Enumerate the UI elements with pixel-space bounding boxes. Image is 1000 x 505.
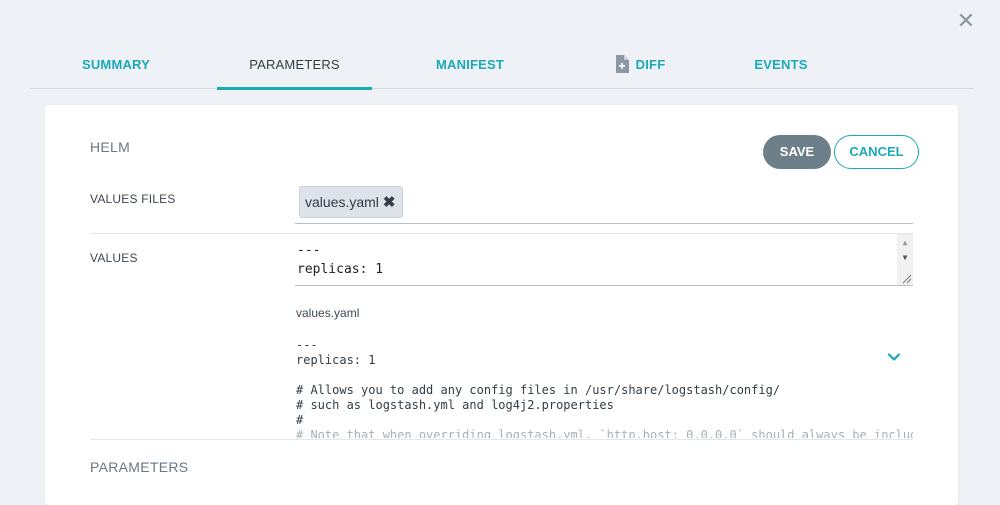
yaml-line: # Note that when overriding logstash.yml… <box>296 428 913 438</box>
scroll-down-icon[interactable]: ▼ <box>897 251 913 265</box>
tab-bar: SUMMARY PARAMETERS MANIFEST DIFF EVENTS <box>30 42 974 90</box>
tab-summary[interactable]: SUMMARY <box>57 42 175 88</box>
scroll-up-icon[interactable]: ▲ <box>897 236 913 250</box>
section-divider <box>90 439 913 440</box>
editor-line: replicas: 1 <box>297 262 384 277</box>
values-label: VALUES <box>90 251 138 265</box>
chip-label: values.yaml <box>305 194 379 210</box>
values-files-input[interactable] <box>295 223 913 224</box>
yaml-line: replicas: 1 <box>296 353 376 367</box>
yaml-line <box>296 368 913 383</box>
yaml-line: # such as logstash.yml and log4j2.proper… <box>296 398 614 412</box>
chevron-down-icon[interactable] <box>886 349 902 365</box>
cancel-button[interactable]: CANCEL <box>834 135 919 169</box>
tab-manifest[interactable]: MANIFEST <box>411 42 529 88</box>
document-icon <box>615 55 629 74</box>
editor-line: --- <box>297 243 321 258</box>
resize-grip-icon[interactable] <box>900 272 912 284</box>
yaml-line: # Allows you to add any config files in … <box>296 383 781 397</box>
tab-parameters[interactable]: PARAMETERS <box>217 42 372 90</box>
remove-chip-icon[interactable]: ✖ <box>383 194 396 211</box>
close-icon[interactable]: ✕ <box>955 10 977 32</box>
editor-scrollbar[interactable]: ▲ ▼ <box>897 234 913 285</box>
helm-section-title: HELM <box>90 139 131 155</box>
yaml-line: --- <box>296 338 318 352</box>
values-file-preview: --- replicas: 1 # Allows you to add any … <box>296 338 913 438</box>
tab-diff[interactable]: DIFF <box>590 42 690 88</box>
values-file-name: values.yaml <box>296 306 360 320</box>
values-editor[interactable]: --- replicas: 1 ▲ ▼ <box>295 234 913 286</box>
save-button[interactable]: SAVE <box>763 135 831 169</box>
tab-events[interactable]: EVENTS <box>737 42 825 88</box>
yaml-line: # <box>296 413 304 427</box>
parameters-section-title: PARAMETERS <box>90 459 189 475</box>
values-files-label: VALUES FILES <box>90 192 176 206</box>
tab-diff-label: DIFF <box>635 57 666 72</box>
values-file-chip: values.yaml ✖ <box>299 186 403 218</box>
